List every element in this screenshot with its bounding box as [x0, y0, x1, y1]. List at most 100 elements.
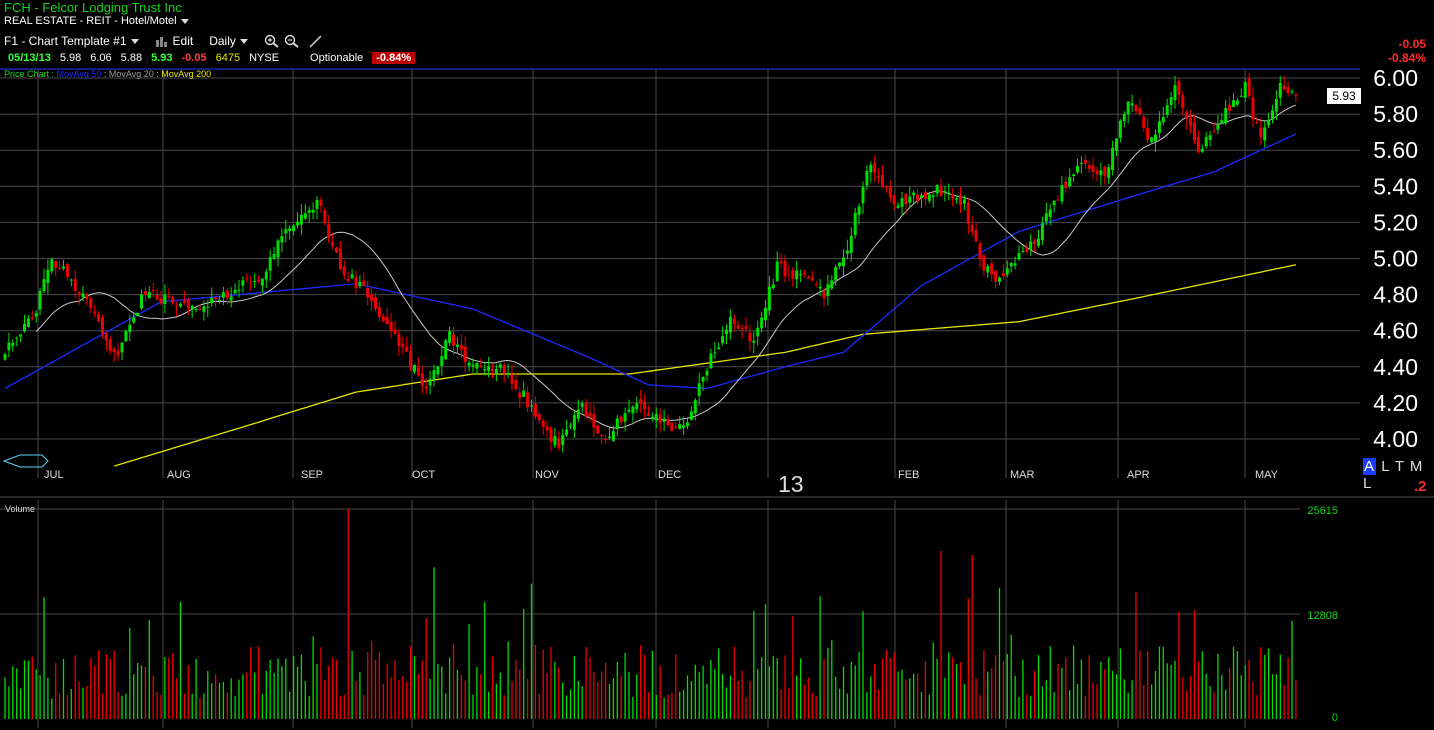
candle-body: [491, 369, 494, 371]
candle-body: [748, 332, 752, 342]
candle-body: [108, 339, 112, 352]
candle-body: [143, 291, 147, 295]
pct-change-badge: -0.84%: [372, 52, 416, 64]
candle-body: [424, 386, 428, 389]
candle-body: [674, 426, 678, 428]
candle-body: [1037, 238, 1040, 246]
candle-body: [697, 383, 701, 396]
candle-body: [604, 439, 608, 441]
candle-body: [54, 260, 58, 268]
candle-body: [342, 266, 346, 276]
candle-body: [452, 334, 455, 346]
candle-body: [775, 261, 779, 281]
candle-body: [175, 305, 179, 307]
candle-body: [701, 376, 705, 382]
candle-body: [569, 425, 572, 427]
candle-body: [650, 416, 654, 419]
candle-body: [670, 422, 674, 432]
candle-body: [619, 416, 623, 423]
candle-body: [912, 192, 916, 196]
candle-body: [986, 266, 990, 273]
zoom-out-icon[interactable]: [284, 34, 300, 48]
candle-body: [1040, 223, 1044, 241]
zoom-in-icon[interactable]: [264, 34, 280, 48]
candle-body: [791, 270, 795, 279]
candle-body: [686, 422, 689, 427]
template-dropdown[interactable]: F1 - Chart Template #1: [4, 34, 139, 48]
candle-body: [179, 304, 182, 307]
edit-button[interactable]: Edit: [155, 34, 194, 48]
scroll-left-arrow-icon[interactable]: [2, 454, 49, 468]
candle-body: [533, 404, 537, 417]
candle-body: [982, 255, 986, 271]
quote-change: -0.05: [181, 52, 207, 64]
month-label: SEP: [301, 469, 323, 481]
candle-body: [104, 333, 108, 341]
candle-body: [541, 420, 545, 427]
candle-body: [475, 363, 479, 369]
candle-body: [218, 299, 221, 302]
candle-body: [959, 194, 962, 205]
candle-body: [401, 343, 405, 348]
candle-body: [752, 340, 756, 343]
price-tick-label: 5.40: [1373, 173, 1418, 199]
candle-body: [444, 340, 448, 360]
candle-body: [1165, 105, 1169, 116]
candle-body: [151, 290, 155, 292]
candle-body: [385, 317, 389, 325]
corner-change-value: -0.05: [1398, 37, 1426, 51]
candle-body: [725, 329, 728, 335]
legend-ma200: MovAvg 200: [161, 69, 212, 79]
candle-body: [709, 353, 713, 369]
candle-body: [116, 350, 120, 356]
candle-body: [1204, 137, 1208, 147]
candle-body: [865, 170, 869, 186]
candle-body: [596, 425, 600, 434]
period-dropdown[interactable]: Daily: [209, 34, 248, 48]
candle-body: [764, 307, 767, 321]
sector-dropdown[interactable]: REAL ESTATE - REIT - Hotel/Motel: [4, 15, 189, 27]
quote-last: 5.93: [151, 52, 173, 64]
candle-body: [381, 316, 385, 322]
candle-body: [994, 270, 998, 282]
draw-line-icon[interactable]: [308, 34, 324, 48]
candle-body: [978, 243, 982, 260]
candle-body: [3, 354, 7, 360]
last-price-label: 5.93: [1332, 89, 1356, 103]
quote-low: 5.88: [120, 52, 143, 64]
candle-body: [530, 405, 533, 407]
candle-body: [182, 300, 186, 303]
candle-body: [830, 280, 834, 289]
candle-body: [1208, 135, 1212, 140]
candle-body: [190, 305, 194, 310]
candle-body: [962, 199, 966, 204]
candle-body: [483, 369, 487, 371]
candle-body: [362, 280, 366, 286]
candle-body: [97, 314, 101, 322]
candle-body: [966, 202, 970, 225]
candle-body: [565, 429, 569, 436]
candle-body: [943, 191, 947, 193]
candle-body: [853, 212, 857, 236]
corner-change: -0.05 -0.84%: [1388, 37, 1426, 65]
candle-body: [1052, 200, 1056, 206]
candle-body: [572, 415, 576, 430]
candle-body: [881, 174, 884, 188]
candle-body: [1286, 86, 1290, 94]
candle-body: [319, 200, 323, 206]
candle-body: [202, 306, 206, 312]
candle-body: [186, 299, 190, 309]
legend-ma20: MovAvg 20: [108, 69, 154, 79]
candle-body: [678, 424, 682, 429]
candle-body: [920, 195, 923, 199]
candle-body: [592, 414, 596, 428]
candle-body: [432, 370, 436, 380]
range-button-a[interactable]: A: [1363, 458, 1377, 475]
edit-label: Edit: [172, 34, 194, 48]
candle-body: [405, 346, 409, 352]
candle-body: [1064, 181, 1068, 189]
candle-body: [73, 279, 77, 291]
candle-body: [1079, 163, 1083, 165]
candle-body: [393, 329, 397, 334]
candle-body: [576, 409, 580, 419]
